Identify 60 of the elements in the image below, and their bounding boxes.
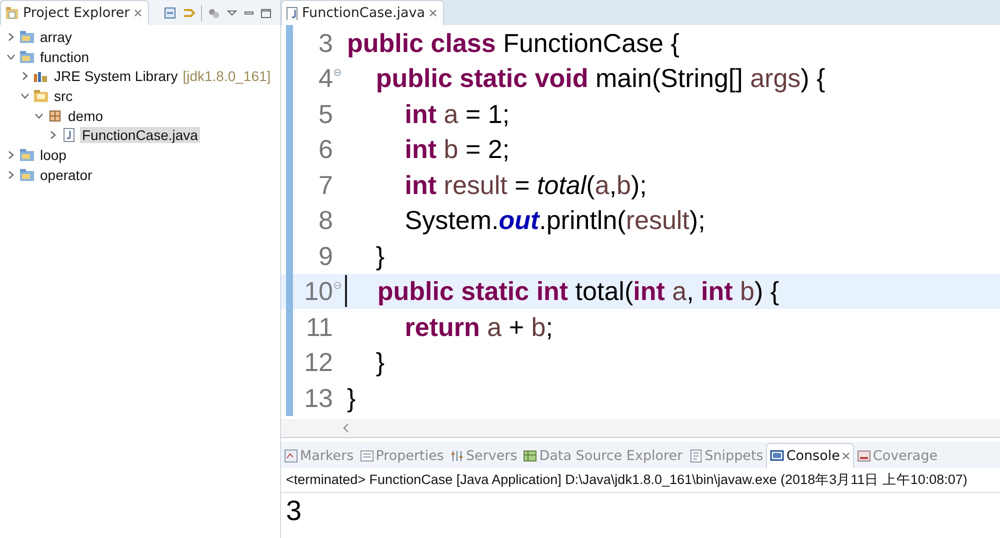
tree-item[interactable]: src — [52, 88, 75, 104]
package-folder-icon — [33, 88, 49, 104]
line-number: 3 — [318, 26, 333, 59]
tree-item[interactable]: array — [38, 28, 74, 45]
java-file-icon — [61, 127, 77, 144]
tree-item[interactable]: demo — [66, 108, 106, 124]
line-number: 10 — [303, 275, 333, 308]
tree-item[interactable]: function — [38, 48, 92, 65]
code-line: public class FunctionCase { — [346, 26, 680, 59]
close-icon[interactable] — [134, 9, 142, 17]
project-folder-icon — [19, 48, 35, 65]
collapse-all-icon[interactable] — [163, 6, 177, 20]
scroll-left-icon[interactable] — [341, 422, 351, 434]
close-icon[interactable] — [842, 452, 850, 460]
code-line: } — [346, 382, 356, 414]
line-number: 11 — [305, 310, 333, 343]
tree-item[interactable]: JRE System Library — [52, 68, 180, 84]
view-icon — [450, 449, 464, 463]
library-version: [jdk1.8.0_161] — [182, 68, 271, 84]
maximize-icon[interactable] — [260, 7, 272, 19]
line-number: 9 — [318, 240, 333, 272]
folder-icon — [5, 6, 19, 20]
package-icon — [47, 108, 63, 124]
close-icon[interactable] — [429, 9, 438, 17]
explorer-tab[interactable]: Project Explorer — [0, 0, 149, 25]
code-line: return a + b; — [404, 310, 553, 343]
code-line: public static void main(String[] args) { — [374, 62, 826, 94]
code-line: int result = total(a,b); — [404, 168, 647, 201]
line-number: 13 — [303, 382, 333, 414]
tree-item[interactable]: loop — [38, 146, 68, 163]
code-line: } — [374, 240, 385, 272]
view-tab[interactable]: Console — [766, 443, 854, 468]
project-folder-icon — [19, 28, 35, 45]
view-icon — [523, 449, 538, 463]
tree-item[interactable]: operator — [38, 166, 94, 183]
horizontal-scrollbar[interactable] — [281, 419, 1000, 437]
view-icon — [856, 449, 871, 463]
project-folder-icon — [19, 166, 35, 183]
text-cursor — [345, 275, 346, 308]
line-number: 7 — [318, 168, 333, 201]
view-icon — [770, 449, 784, 463]
view-icon — [360, 449, 374, 463]
view-icon — [688, 449, 703, 463]
view-icon — [284, 449, 298, 463]
console-header: <terminated> FunctionCase [Java Application] D:\Java\jdk1.8.0_161\bin\javaw.exe (2018年3月11日 上午10:08:07) — [281, 468, 1000, 493]
console-output: 3 — [285, 494, 303, 528]
code-line: int b = 2; — [404, 133, 510, 166]
project-folder-icon — [19, 146, 35, 163]
java-file-icon — [286, 6, 298, 20]
line-number: 8 — [318, 204, 333, 236]
line-number: 12 — [303, 346, 333, 378]
line-number: 6 — [318, 133, 333, 166]
line-number: 4 — [318, 62, 333, 94]
editor-tab[interactable]: FunctionCase.java — [281, 0, 444, 25]
code-line: System.out.println(result); — [404, 204, 706, 236]
code-line: } — [374, 346, 385, 378]
tree-item[interactable]: FunctionCase.java — [80, 127, 200, 144]
code-line: public static int total(int a, int b) { — [376, 275, 780, 308]
code-line: int a = 1; — [404, 98, 510, 130]
line-number: 5 — [318, 98, 333, 130]
